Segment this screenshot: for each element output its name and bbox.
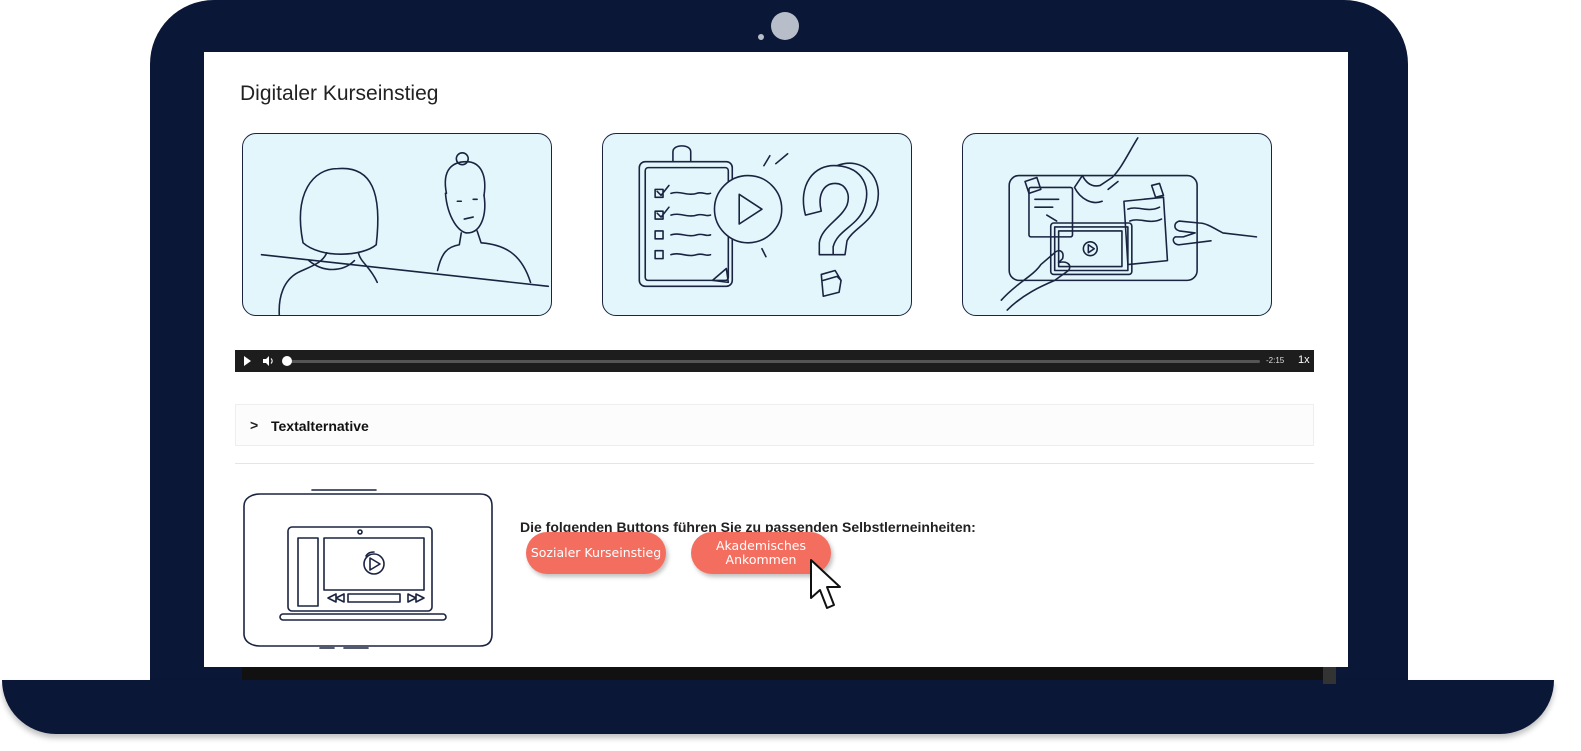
video-slide-conversation (242, 133, 552, 316)
button-label-line1: Akademisches (715, 538, 806, 553)
mouse-pointer-icon (810, 559, 841, 609)
screen-shadow (242, 667, 1336, 680)
laptop-illustration (243, 489, 493, 649)
section-divider (235, 463, 1314, 464)
button-label-line2: Ankommen (725, 552, 797, 567)
video-slide-checklist (602, 133, 912, 316)
video-slide-devices (962, 133, 1272, 316)
chevron-right-icon: > (250, 417, 259, 433)
webcam-icon (771, 12, 799, 40)
progress-handle[interactable] (282, 356, 292, 366)
media-player-bar: -2:15 1x (235, 350, 1314, 372)
laptop-screen: Digitaler Kurseinstieg -2:15 1x > Textal… (204, 52, 1348, 667)
text-alternative-accordion[interactable]: > Textalternative (235, 404, 1314, 446)
progress-track[interactable] (285, 360, 1260, 363)
play-icon[interactable] (244, 356, 251, 366)
volume-icon[interactable] (261, 354, 275, 368)
social-course-start-button[interactable]: Sozialer Kurseinstieg (526, 532, 666, 574)
page-title: Digitaler Kurseinstieg (240, 82, 439, 105)
laptop-base (2, 680, 1554, 734)
playback-speed-button[interactable]: 1x (1298, 354, 1310, 366)
accordion-label: Textalternative (271, 418, 369, 434)
time-remaining: -2:15 (1266, 356, 1285, 365)
webcam-indicator (758, 34, 764, 40)
